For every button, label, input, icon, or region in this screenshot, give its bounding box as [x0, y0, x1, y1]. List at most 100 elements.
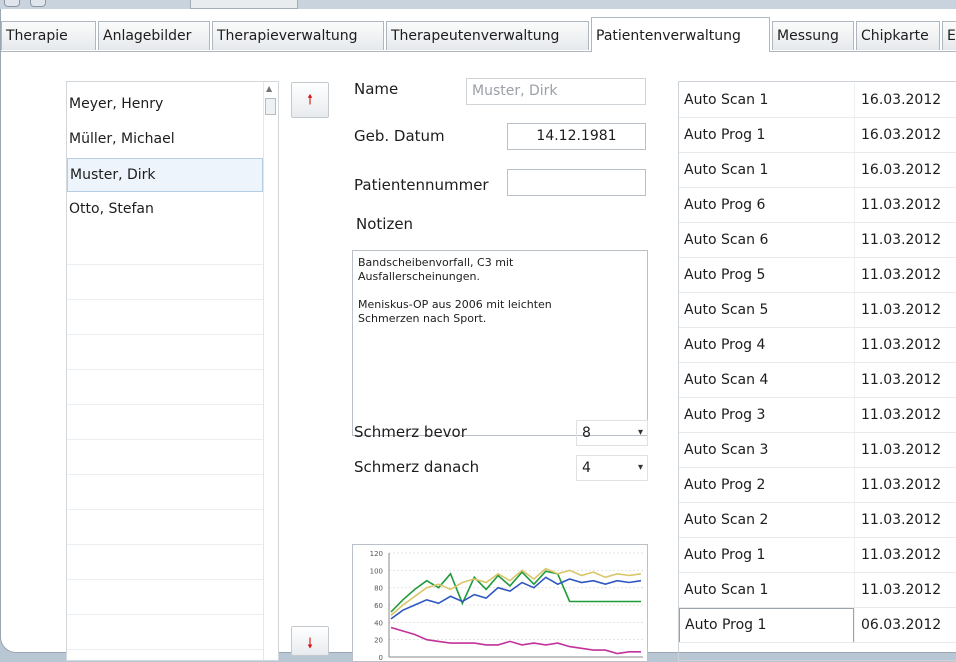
tab-anlagebilder[interactable]: Anlagebilder — [98, 21, 210, 50]
session-name: Auto Scan 5 — [684, 302, 769, 318]
session-name: Auto Scan 4 — [684, 372, 769, 388]
chart-series-line — [390, 576, 642, 620]
session-name: Auto Scan 6 — [684, 232, 769, 248]
window-grip-icon — [30, 0, 46, 7]
session-table[interactable]: Auto Scan 1 16.03.2012 Auto Prog 1 16.03.20… — [678, 81, 956, 661]
session-name: Auto Scan 1 — [684, 162, 769, 178]
session-name: Auto Scan 2 — [684, 512, 769, 528]
chart-series-line — [390, 567, 642, 617]
list-row-divider — [67, 544, 263, 545]
tab-e[interactable]: E — [942, 21, 956, 50]
session-date: 06.03.2012 — [854, 608, 956, 643]
chart-y-tick-label: 0 — [379, 654, 383, 661]
scroll-thumb[interactable] — [265, 98, 276, 115]
scroll-up-arrow-icon[interactable]: ▲ — [266, 84, 272, 93]
notes-textarea[interactable]: Bandscheibenvorfall, C3 mit Ausfallersch… — [352, 250, 648, 436]
session-row[interactable]: Auto Prog 5 11.03.2012 — [679, 258, 956, 293]
session-name: Auto Prog 4 — [684, 337, 766, 353]
session-name: Auto Prog 5 — [684, 267, 766, 283]
session-row[interactable]: Auto Scan 3 11.03.2012 — [679, 433, 956, 468]
list-row-divider — [67, 369, 263, 370]
pain-before-select[interactable]: 8 ▾ — [576, 420, 648, 446]
session-row[interactable]: Auto Prog 3 11.03.2012 — [679, 398, 956, 433]
session-name: Auto Scan 1 — [684, 92, 769, 108]
arrow-up-icon: 🠕 — [306, 92, 313, 108]
tab-therapie[interactable]: Therapie — [1, 21, 96, 50]
session-row[interactable]: Auto Scan 4 11.03.2012 — [679, 363, 956, 398]
move-down-button[interactable]: 🠗 — [291, 626, 329, 656]
patient-list[interactable]: Meyer, Henry Müller, Michael Muster, Dir… — [66, 81, 279, 661]
main-tab-bar: Therapie Anlagebilder Therapieverwaltung… — [1, 17, 956, 52]
session-row-selected[interactable]: Auto Prog 1 06.03.2012 — [679, 608, 956, 643]
patient-number-field[interactable] — [507, 169, 646, 196]
session-row-divider — [679, 642, 956, 643]
patient-list-scrollbar[interactable]: ▲ — [263, 82, 278, 660]
session-row[interactable]: Auto Scan 5 11.03.2012 — [679, 293, 956, 328]
name-label: Name — [354, 80, 399, 98]
pain-after-select[interactable]: 4 ▾ — [576, 455, 648, 481]
session-date: 11.03.2012 — [854, 468, 956, 503]
tab-therapeutenverwaltung[interactable]: Therapeutenverwaltung — [386, 21, 589, 50]
chart-y-tick-label: 120 — [370, 550, 383, 558]
session-name: Auto Prog 2 — [684, 477, 766, 493]
session-name: Auto Prog 3 — [684, 407, 766, 423]
patient-list-item-selected[interactable]: Muster, Dirk — [67, 158, 263, 192]
move-up-button[interactable]: 🠕 — [291, 82, 329, 118]
list-row-divider — [67, 439, 263, 440]
birthdate-field[interactable]: 14.12.1981 — [507, 123, 646, 150]
session-row[interactable]: Auto Prog 6 11.03.2012 — [679, 188, 956, 223]
chart-y-tick-label: 60 — [374, 602, 383, 610]
session-name: Auto Scan 3 — [684, 442, 769, 458]
pain-after-value: 4 — [582, 460, 591, 476]
pain-before-label: Schmerz bevor — [354, 423, 467, 441]
tab-messung[interactable]: Messung — [772, 21, 854, 50]
notes-label: Notizen — [356, 215, 414, 233]
session-date: 11.03.2012 — [854, 328, 956, 363]
list-row-divider — [67, 299, 263, 300]
window-top-strip — [0, 0, 956, 9]
session-name: Auto Prog 1 — [679, 608, 854, 643]
session-date: 11.03.2012 — [854, 258, 956, 293]
session-date: 11.03.2012 — [854, 503, 956, 538]
pain-before-value: 8 — [582, 425, 591, 441]
session-date: 11.03.2012 — [854, 573, 956, 608]
chevron-down-icon: ▾ — [637, 427, 643, 438]
session-date: 16.03.2012 — [854, 118, 956, 153]
session-row[interactable]: Auto Scan 1 11.03.2012 — [679, 573, 956, 608]
session-row[interactable]: Auto Prog 1 11.03.2012 — [679, 538, 956, 573]
list-row-divider — [67, 509, 263, 510]
session-row[interactable]: Auto Scan 1 16.03.2012 — [679, 153, 956, 188]
pain-chart-svg: 120 100 80 60 40 20 0 — [370, 550, 643, 661]
list-row-divider — [67, 649, 263, 650]
session-date: 11.03.2012 — [854, 363, 956, 398]
patient-list-item[interactable]: Otto, Stefan — [67, 192, 263, 226]
session-row[interactable]: Auto Scan 6 11.03.2012 — [679, 223, 956, 258]
session-date: 11.03.2012 — [854, 398, 956, 433]
session-row[interactable]: Auto Prog 4 11.03.2012 — [679, 328, 956, 363]
session-row[interactable]: Auto Prog 1 16.03.2012 — [679, 118, 956, 153]
session-row[interactable]: Auto Prog 2 11.03.2012 — [679, 468, 956, 503]
chevron-down-icon: ▾ — [637, 462, 643, 473]
patient-number-label: Patientennummer — [354, 176, 489, 194]
session-date: 11.03.2012 — [854, 433, 956, 468]
patient-list-item[interactable]: Müller, Michael — [67, 122, 263, 156]
tab-patientenverwaltung[interactable]: Patientenverwaltung — [591, 17, 770, 52]
list-row-divider — [67, 264, 263, 265]
session-row[interactable]: Auto Scan 2 11.03.2012 — [679, 503, 956, 538]
session-date: 16.03.2012 — [854, 83, 956, 118]
tab-therapieverwaltung[interactable]: Therapieverwaltung — [212, 21, 384, 50]
chart-y-tick-label: 100 — [370, 567, 383, 575]
session-name: Auto Prog 1 — [684, 547, 766, 563]
chart-series-line — [390, 626, 641, 655]
tab-chipkarte[interactable]: Chipkarte — [856, 21, 940, 50]
session-name: Auto Prog 6 — [684, 197, 766, 213]
birthdate-label: Geb. Datum — [354, 127, 445, 145]
session-date: 16.03.2012 — [854, 153, 956, 188]
list-row-divider — [67, 334, 263, 335]
name-field[interactable]: Muster, Dirk — [466, 78, 646, 105]
session-date: 11.03.2012 — [854, 188, 956, 223]
window-grip-icon — [4, 0, 20, 7]
patient-list-item[interactable]: Meyer, Henry — [67, 87, 263, 121]
chart-y-tick-label: 80 — [374, 585, 383, 593]
session-row[interactable]: Auto Scan 1 16.03.2012 — [679, 83, 956, 118]
